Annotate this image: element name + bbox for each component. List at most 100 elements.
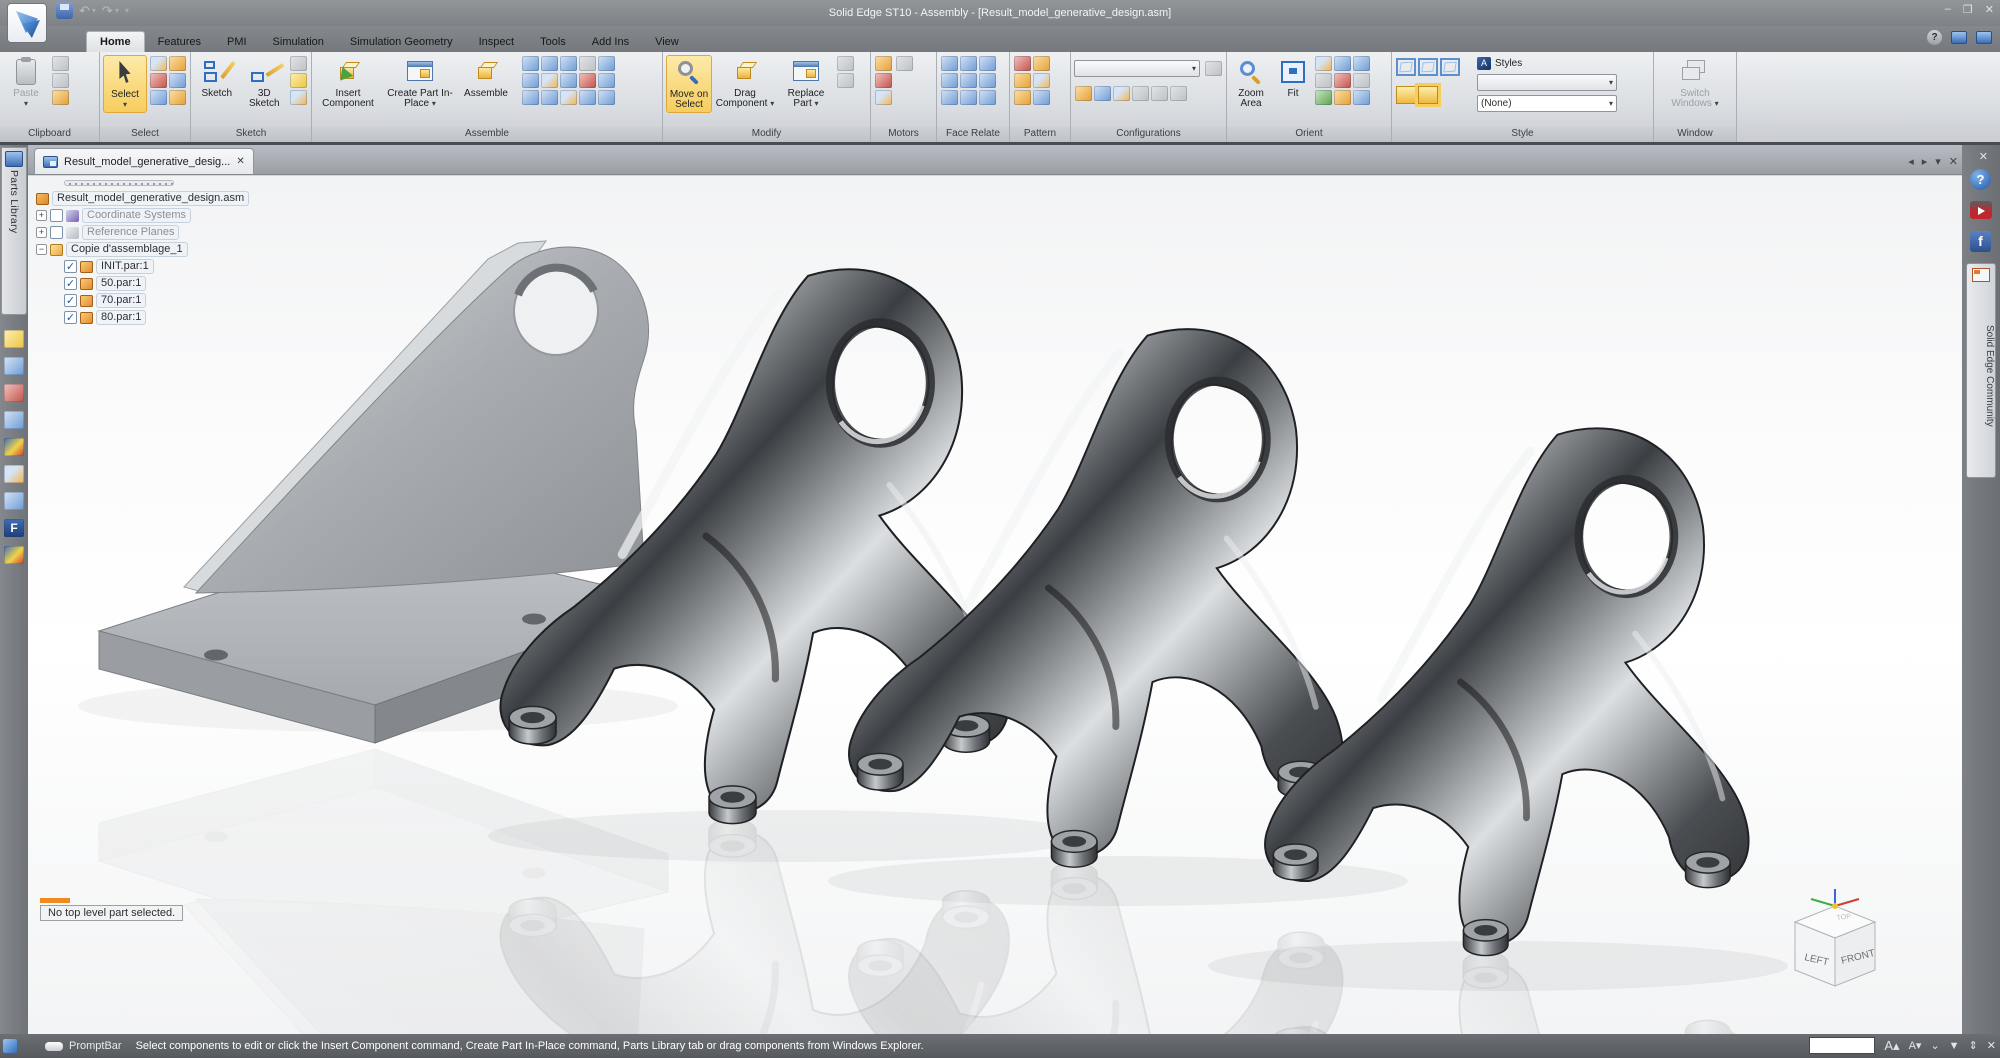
wireframe-style-icon[interactable] xyxy=(1440,58,1460,76)
relate-tool-icon[interactable] xyxy=(579,73,596,88)
orient-tool-icon[interactable] xyxy=(1334,73,1351,88)
gear-web-icon[interactable] xyxy=(4,546,24,564)
orient-tool-icon[interactable] xyxy=(1353,90,1370,105)
letter-f-icon[interactable]: F xyxy=(4,519,24,537)
undo-button[interactable]: ↶▾ xyxy=(79,3,96,19)
tab-features[interactable]: Features xyxy=(145,32,214,52)
panel-toggle-icon[interactable] xyxy=(1951,31,1967,44)
fit-button[interactable]: Fit xyxy=(1274,55,1312,101)
orient-tool-icon[interactable] xyxy=(1353,73,1370,88)
orient-tool-icon[interactable] xyxy=(1315,73,1332,88)
copy-icon[interactable] xyxy=(52,73,69,88)
relate-tool-icon[interactable] xyxy=(541,73,558,88)
layers-icon[interactable] xyxy=(4,465,24,483)
pattern-tool-icon[interactable] xyxy=(1014,90,1031,105)
orient-tool-icon[interactable] xyxy=(1315,56,1332,71)
checkbox-checked[interactable]: ✓ xyxy=(64,294,77,307)
close-button[interactable]: ✕ xyxy=(1985,3,1994,16)
configuration-tool-icon[interactable] xyxy=(1170,86,1187,101)
text-scale-down-icon[interactable]: A▾ xyxy=(1909,1039,1922,1052)
move-on-select-button[interactable]: Move on Select xyxy=(666,55,712,113)
modify-tool-icon[interactable] xyxy=(837,73,854,88)
viewport-3d-scene[interactable] xyxy=(28,176,1962,1034)
relate-tool-icon[interactable] xyxy=(598,73,615,88)
orient-tool-icon[interactable] xyxy=(1334,56,1351,71)
tree-item-part[interactable]: ✓ 70.par:1 xyxy=(64,292,276,309)
orient-tool-icon[interactable] xyxy=(1334,90,1351,105)
face-relate-tool-icon[interactable] xyxy=(979,90,996,105)
save-icon[interactable] xyxy=(56,2,73,19)
compare-icon[interactable] xyxy=(4,384,24,402)
minimize-button[interactable]: – xyxy=(1945,3,1951,16)
relate-tool-icon[interactable] xyxy=(541,56,558,71)
scroll-tabs-left-icon[interactable]: ◂ xyxy=(1908,155,1914,168)
relate-tool-icon[interactable] xyxy=(560,90,577,105)
tree-item-assembly-copy[interactable]: − Copie d'assemblage_1 xyxy=(36,241,276,258)
tab-tools[interactable]: Tools xyxy=(527,32,579,52)
tree-item-part[interactable]: ✓ INIT.par:1 xyxy=(64,258,276,275)
sketch-tool-icon[interactable] xyxy=(290,90,307,105)
pattern-tool-icon[interactable] xyxy=(1033,90,1050,105)
configuration-tool-icon[interactable] xyxy=(1094,86,1111,101)
pattern-tool-icon[interactable] xyxy=(1014,56,1031,71)
relate-tool-icon[interactable] xyxy=(560,73,577,88)
relate-tool-icon[interactable] xyxy=(598,90,615,105)
tree-item-coordinate-systems[interactable]: + Coordinate Systems xyxy=(36,207,276,224)
close-icon[interactable]: ✕ xyxy=(1987,1039,1996,1052)
orient-tool-icon[interactable] xyxy=(1353,56,1370,71)
tab-view[interactable]: View xyxy=(642,32,692,52)
relate-tool-icon[interactable] xyxy=(598,56,615,71)
collapse-icon[interactable]: ⌄ xyxy=(1930,1039,1939,1052)
expand-icon[interactable]: + xyxy=(36,227,47,238)
shaded-with-edges-style-icon[interactable] xyxy=(1418,86,1438,104)
navigator-icon[interactable] xyxy=(4,411,24,429)
tab-home[interactable]: Home xyxy=(86,31,145,52)
pattern-tool-icon[interactable] xyxy=(1033,56,1050,71)
collapse-icon[interactable]: − xyxy=(36,244,47,255)
face-relate-tool-icon[interactable] xyxy=(941,73,958,88)
face-relate-tool-icon[interactable] xyxy=(979,73,996,88)
select-filter-icon[interactable] xyxy=(150,56,167,71)
panel-grip-handle[interactable] xyxy=(64,180,174,186)
sketch-button[interactable]: Sketch xyxy=(194,55,240,101)
sketch-tool-icon[interactable] xyxy=(290,73,307,88)
tab-pmi[interactable]: PMI xyxy=(214,32,260,52)
checkbox-checked[interactable]: ✓ xyxy=(64,277,77,290)
pattern-tool-icon[interactable] xyxy=(1014,73,1031,88)
dock-icon[interactable]: ⇕ xyxy=(1969,1039,1978,1052)
wireframe-style-icon[interactable] xyxy=(1418,58,1438,76)
panel-toggle-icon[interactable] xyxy=(1976,31,1992,44)
configuration-tool-icon[interactable] xyxy=(1132,86,1149,101)
select-tool-icon[interactable] xyxy=(150,90,167,105)
replace-part-button[interactable]: Replace Part ▾ xyxy=(778,55,834,111)
dropdown-icon[interactable]: ▼ xyxy=(1949,1040,1960,1052)
tree-item-part[interactable]: ✓ 50.par:1 xyxy=(64,275,276,292)
configuration-tool-icon[interactable] xyxy=(1151,86,1168,101)
help-icon[interactable]: ? xyxy=(1927,30,1942,45)
parts-library-tab[interactable]: Parts Library xyxy=(1,147,27,315)
switch-windows-button[interactable]: Switch Windows ▾ xyxy=(1660,55,1730,111)
checkbox-checked[interactable]: ✓ xyxy=(64,260,77,273)
shaded-style-icon[interactable] xyxy=(1396,86,1416,104)
zoom-area-button[interactable]: Zoom Area xyxy=(1230,55,1272,111)
configuration-tool-icon[interactable] xyxy=(1075,86,1092,101)
format-painter-icon[interactable] xyxy=(52,90,69,105)
cut-icon[interactable] xyxy=(52,56,69,71)
tab-inspect[interactable]: Inspect xyxy=(466,32,527,52)
checkbox[interactable] xyxy=(50,209,63,222)
configuration-tool-icon[interactable] xyxy=(1205,61,1222,76)
document-tab[interactable]: Result_model_generative_desig... ✕ xyxy=(34,148,254,174)
tab-list-icon[interactable]: ▾ xyxy=(1935,155,1941,168)
tab-add-ins[interactable]: Add Ins xyxy=(579,32,642,52)
insert-component-button[interactable]: Insert Component xyxy=(315,55,381,111)
redo-button[interactable]: ↷▾ xyxy=(102,3,119,19)
tab-simulation[interactable]: Simulation xyxy=(260,32,337,52)
linear-motor-icon[interactable] xyxy=(875,73,892,88)
application-menu-button[interactable] xyxy=(7,3,47,43)
chevron-down-icon[interactable]: ▾ xyxy=(115,6,119,15)
relate-tool-icon[interactable] xyxy=(522,90,539,105)
facebook-icon[interactable]: f xyxy=(1970,231,1991,252)
customize-quick-access-icon[interactable]: ▾ xyxy=(125,6,129,15)
face-relate-tool-icon[interactable] xyxy=(941,90,958,105)
tree-item-part[interactable]: ✓ 80.par:1 xyxy=(64,309,276,326)
